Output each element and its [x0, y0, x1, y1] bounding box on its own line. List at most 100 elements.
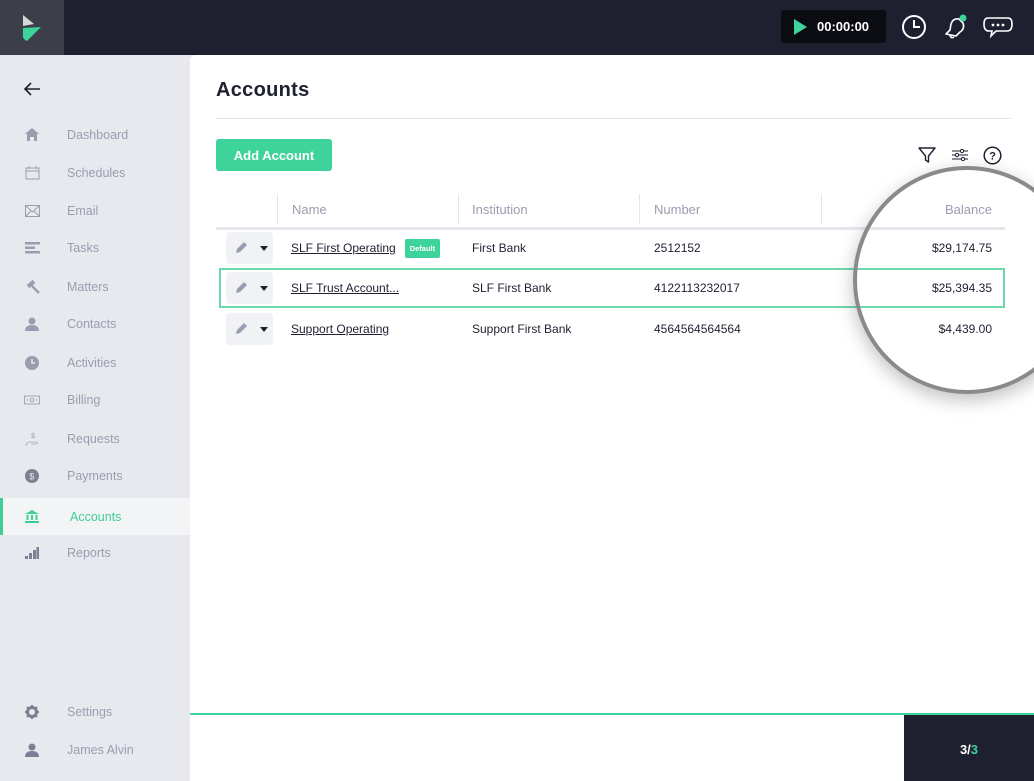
- sidebar-item-label: Dashboard: [67, 127, 129, 142]
- chevron-down-icon: [260, 246, 268, 251]
- sidebar-item-label: Requests: [67, 431, 120, 446]
- clock-icon: [24, 355, 40, 371]
- step-counter: 3/3: [904, 715, 1034, 781]
- sidebar-item-activities[interactable]: Activities: [0, 344, 190, 381]
- cell-balance: $29,174.75: [931, 241, 992, 255]
- chevron-down-icon: [260, 286, 268, 291]
- tasks-icon: [24, 240, 40, 256]
- sidebar-item-label: Billing: [67, 392, 101, 407]
- table-header: Name Institution Number Balance: [216, 194, 1005, 230]
- calendar-icon: [24, 165, 40, 181]
- bank-icon: [24, 509, 40, 525]
- svg-text:?: ?: [989, 150, 996, 162]
- page-title: Accounts: [216, 79, 310, 101]
- column-divider: [458, 194, 459, 224]
- chat-icon: [983, 17, 1013, 39]
- hand-dollar-icon: $: [24, 431, 40, 447]
- sidebar-item-tasks[interactable]: Tasks: [0, 229, 190, 266]
- column-divider: [821, 194, 822, 224]
- row-actions-button[interactable]: [226, 272, 273, 304]
- chat-button[interactable]: [981, 12, 1015, 42]
- clock-icon: [902, 15, 926, 39]
- sidebar-item-label: Activities: [67, 355, 117, 370]
- notifications-button[interactable]: [940, 12, 970, 42]
- column-settings-button[interactable]: [950, 145, 970, 165]
- tour-footer: 3/3: [190, 713, 1034, 781]
- sidebar-item-matters[interactable]: Matters: [0, 268, 190, 305]
- main-content: Accounts Add Account ? Name Institution …: [190, 55, 1034, 713]
- filter-button[interactable]: [917, 145, 937, 165]
- sidebar-item-settings[interactable]: Settings: [0, 693, 190, 730]
- default-badge: Default: [404, 238, 441, 258]
- sidebar-item-label: James Alvin: [67, 742, 134, 757]
- sidebar-item-label: Settings: [67, 704, 113, 719]
- sidebar-item-label: Schedules: [67, 165, 126, 180]
- sidebar-item-label: Email: [67, 203, 99, 218]
- add-account-button[interactable]: Add Account: [216, 139, 332, 171]
- bell-icon: [945, 14, 967, 39]
- table-row[interactable]: Support Operating Support First Bank 456…: [216, 309, 1005, 349]
- account-link[interactable]: SLF Trust Account...: [291, 281, 399, 295]
- bill-icon: [24, 392, 40, 408]
- column-header-balance[interactable]: Balance: [945, 194, 992, 224]
- column-header-institution[interactable]: Institution: [472, 194, 528, 224]
- person-icon: [24, 316, 40, 332]
- sidebar-item-payments[interactable]: $ Payments: [0, 457, 190, 494]
- timer-widget[interactable]: 00:00:00: [781, 10, 886, 43]
- back-button[interactable]: [22, 79, 44, 101]
- sidebar-item-label: Payments: [67, 468, 123, 483]
- row-actions-button[interactable]: [226, 313, 273, 345]
- cell-number: 4564564564564: [654, 322, 741, 336]
- cell-institution: Support First Bank: [472, 322, 572, 336]
- timer-display: 00:00:00: [817, 19, 870, 34]
- sidebar-item-label: Tasks: [67, 240, 99, 255]
- sidebar: Dashboard Schedules Email Tasks Matters …: [0, 55, 190, 781]
- sidebar-item-reports[interactable]: Reports: [0, 534, 190, 571]
- sidebar-item-accounts[interactable]: Accounts: [0, 498, 190, 535]
- gear-icon: [24, 704, 40, 720]
- filter-icon: [918, 147, 936, 163]
- column-header-name[interactable]: Name: [292, 194, 327, 224]
- sidebar-item-label: Contacts: [67, 316, 117, 331]
- row-actions-button[interactable]: [226, 232, 273, 264]
- sliders-icon: [952, 148, 968, 162]
- pencil-icon: [236, 242, 247, 253]
- cell-institution: SLF First Bank: [472, 281, 552, 295]
- cell-name: Support Operating: [291, 309, 389, 349]
- column-divider: [639, 194, 640, 224]
- sidebar-item-label: Accounts: [70, 509, 122, 524]
- home-icon: [24, 127, 40, 143]
- play-icon[interactable]: [793, 18, 807, 35]
- sidebar-item-contacts[interactable]: Contacts: [0, 305, 190, 342]
- account-link[interactable]: SLF First Operating: [291, 241, 396, 255]
- account-link[interactable]: Support Operating: [291, 322, 389, 336]
- sidebar-item-billing[interactable]: Billing: [0, 381, 190, 418]
- table-row[interactable]: SLF First Operating Default First Bank 2…: [216, 228, 1005, 268]
- column-header-number[interactable]: Number: [654, 194, 700, 224]
- pencil-icon: [236, 282, 247, 293]
- cell-number: 2512152: [654, 241, 701, 255]
- clock-button[interactable]: [899, 12, 929, 42]
- user-icon: [24, 742, 40, 758]
- dollar-coin-icon: $: [24, 468, 40, 484]
- gavel-icon: [24, 279, 40, 295]
- step-total: 3: [970, 741, 979, 757]
- cell-institution: First Bank: [472, 241, 527, 255]
- title-divider: [216, 118, 1011, 119]
- cell-name: SLF Trust Account...: [291, 270, 399, 306]
- bar-chart-icon: [24, 545, 40, 561]
- sidebar-item-schedules[interactable]: Schedules: [0, 154, 190, 191]
- app-logo[interactable]: [0, 0, 64, 55]
- sidebar-item-label: Reports: [67, 545, 111, 560]
- pencil-icon: [236, 323, 247, 334]
- table-row-selected[interactable]: SLF Trust Account... SLF First Bank 4122…: [219, 268, 1005, 308]
- sidebar-item-dashboard[interactable]: Dashboard: [0, 116, 190, 153]
- sidebar-item-profile[interactable]: James Alvin: [0, 731, 190, 768]
- sidebar-item-requests[interactable]: $ Requests: [0, 420, 190, 457]
- svg-text:$: $: [31, 433, 35, 440]
- top-bar: 00:00:00: [0, 0, 1034, 55]
- sidebar-item-email[interactable]: Email: [0, 192, 190, 229]
- help-button[interactable]: ?: [982, 145, 1002, 165]
- step-current: 3/: [959, 741, 971, 757]
- chevron-down-icon: [260, 327, 268, 332]
